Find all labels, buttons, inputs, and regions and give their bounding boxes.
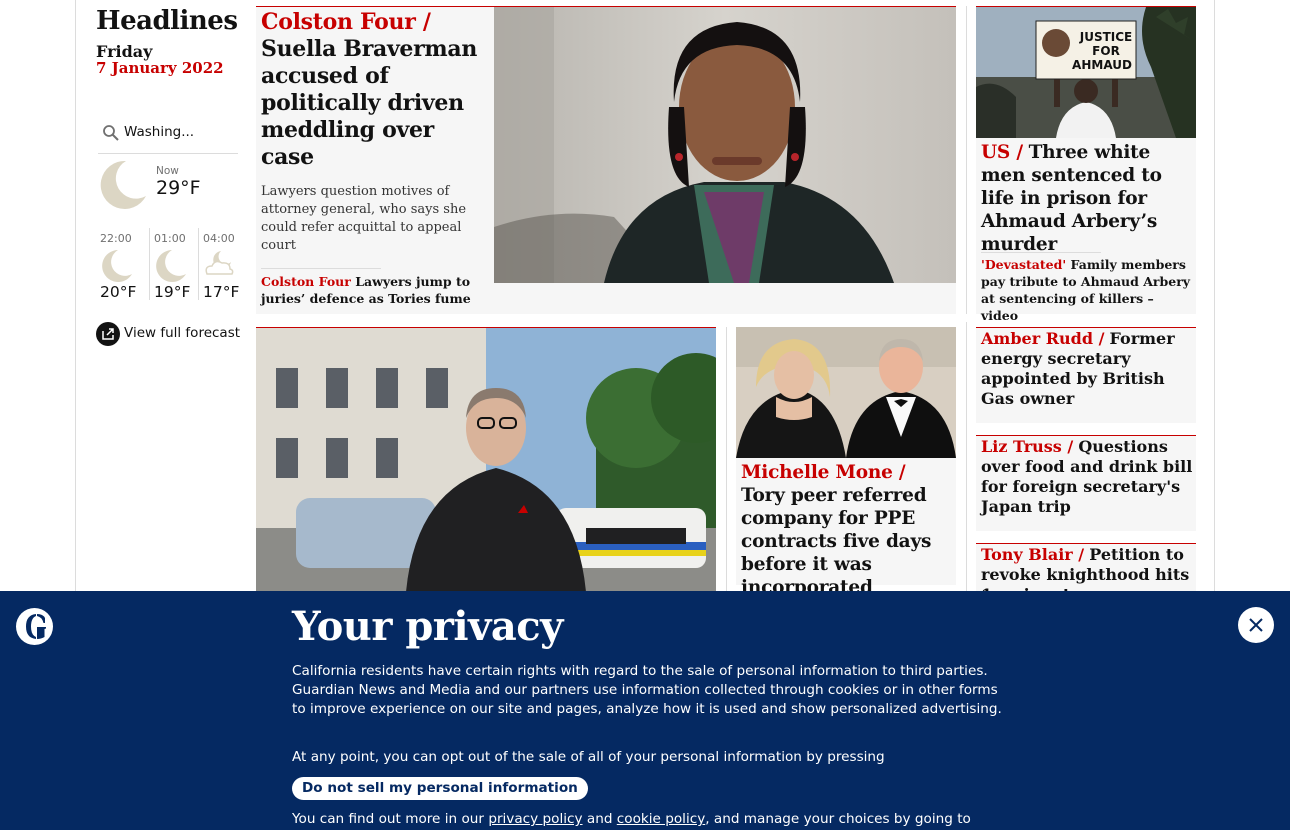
- cummings-story-card[interactable]: [256, 327, 716, 591]
- mone-story-card[interactable]: Michelle Mone / Tory peer referred compa…: [736, 327, 956, 598]
- main-story-sublink[interactable]: Colston Four Lawyers jump to juries’ def…: [261, 273, 481, 307]
- view-full-forecast-label: View full forecast: [124, 325, 241, 341]
- protest-image: JUSTICE FOR AHMAUD: [976, 7, 1196, 138]
- do-not-sell-button[interactable]: Do not sell my personal information: [292, 777, 588, 800]
- cookie-policy-link[interactable]: cookie policy: [617, 811, 705, 827]
- column-divider: [966, 322, 967, 591]
- main-story-headline[interactable]: Colston Four / Suella Braverman accused …: [261, 9, 489, 171]
- svg-text:FOR: FOR: [1092, 44, 1120, 58]
- privacy-policy-link[interactable]: privacy policy: [488, 811, 582, 827]
- forecast-slot: 22:00 20°F: [96, 228, 149, 301]
- us-story-sublink[interactable]: 'Devastated' Family members pay tribute …: [981, 256, 1193, 324]
- weather-location-input[interactable]: Washing...: [124, 124, 194, 140]
- forecast-time: 04:00: [203, 232, 235, 245]
- moon-icon: [100, 160, 146, 209]
- external-link-icon: [96, 322, 120, 346]
- street-photo: [256, 328, 716, 591]
- privacy-para-3: You can find out more in our privacy pol…: [292, 810, 1002, 829]
- mone-story-kicker: Michelle Mone /: [741, 462, 906, 483]
- column-divider: [726, 327, 727, 591]
- mone-photo[interactable]: [736, 327, 956, 458]
- sublink-kicker: 'Devastated': [981, 257, 1067, 272]
- privacy-and: and: [586, 811, 613, 827]
- privacy-para-3-end: , and manage your choices by going to: [705, 811, 971, 827]
- forecast-temp: 19°F: [154, 283, 191, 301]
- forecast-slot: 01:00 19°F: [149, 228, 202, 301]
- privacy-para-1: California residents have certain rights…: [292, 663, 1002, 717]
- moon-icon: [156, 250, 186, 282]
- column-divider: [966, 6, 967, 314]
- us-story-kicker: US /: [981, 142, 1023, 163]
- privacy-para-3-start: You can find out more in our: [292, 811, 484, 827]
- mone-story-headline-text: Tory peer referred company for PPE contr…: [741, 485, 932, 598]
- moon-icon: [102, 250, 132, 282]
- main-story-kicker: Colston Four /: [261, 9, 431, 35]
- privacy-para-2: At any point, you can opt out of the sal…: [292, 749, 885, 765]
- guardian-logo-icon: [16, 608, 53, 645]
- side-story-headline[interactable]: Amber Rudd / Former energy secretary app…: [981, 329, 1193, 409]
- cloudy-moon-icon: [205, 251, 234, 275]
- privacy-title: Your privacy: [292, 603, 563, 650]
- mone-story-headline[interactable]: Michelle Mone / Tory peer referred compa…: [741, 461, 953, 599]
- side-story-kicker: Tony Blair /: [981, 545, 1085, 564]
- side-story-card[interactable]: Liz Truss / Questions over food and drin…: [976, 435, 1196, 531]
- sublink-kicker: Colston Four: [261, 274, 351, 289]
- forecast-time: 01:00: [154, 232, 186, 245]
- side-story-kicker: Amber Rudd /: [981, 329, 1105, 348]
- privacy-banner: Your privacy California residents have c…: [0, 591, 1290, 830]
- close-privacy-button[interactable]: [1238, 607, 1274, 643]
- side-story-kicker: Liz Truss /: [981, 437, 1074, 456]
- weather-now-label: Now: [156, 165, 179, 177]
- forecast-time: 22:00: [100, 232, 132, 245]
- side-story-headline[interactable]: Tony Blair / Petition to revoke knightho…: [981, 545, 1193, 591]
- divider: [261, 268, 381, 269]
- main-story-card[interactable]: Colston Four / Suella Braverman accused …: [256, 6, 956, 314]
- portrait-image: [494, 7, 956, 283]
- forecast-temp: 17°F: [203, 283, 240, 301]
- svg-text:JUSTICE: JUSTICE: [1079, 30, 1133, 44]
- close-icon: [1249, 618, 1263, 632]
- side-story-card[interactable]: Tony Blair / Petition to revoke knightho…: [976, 543, 1196, 591]
- main-story-standfirst: Lawyers question motives of attorney gen…: [261, 184, 467, 253]
- svg-text:AHMAUD: AHMAUD: [1072, 58, 1132, 72]
- weather-now-temp: 29°F: [156, 177, 201, 199]
- divider: [981, 252, 1101, 253]
- us-story-card[interactable]: JUSTICE FOR AHMAUD US / Three white men …: [976, 6, 1196, 323]
- weather-location-search[interactable]: Washing...: [98, 122, 238, 154]
- side-story-card[interactable]: Amber Rudd / Former energy secretary app…: [976, 327, 1196, 423]
- arbery-photo[interactable]: JUSTICE FOR AHMAUD: [976, 7, 1196, 138]
- forecast-slot: 04:00 17°F: [198, 228, 251, 301]
- us-story-headline[interactable]: US / Three white men sentenced to life i…: [981, 141, 1193, 256]
- side-story-headline[interactable]: Liz Truss / Questions over food and drin…: [981, 437, 1193, 517]
- search-icon: [103, 125, 119, 141]
- main-story-headline-text: Suella Braverman accused of politically …: [261, 36, 478, 170]
- headlines-title: Headlines: [96, 6, 238, 36]
- forecast-temp: 20°F: [100, 283, 137, 301]
- headlines-date: 7 January 2022: [96, 59, 224, 77]
- braverman-photo[interactable]: [494, 7, 956, 283]
- couple-image: [736, 327, 956, 458]
